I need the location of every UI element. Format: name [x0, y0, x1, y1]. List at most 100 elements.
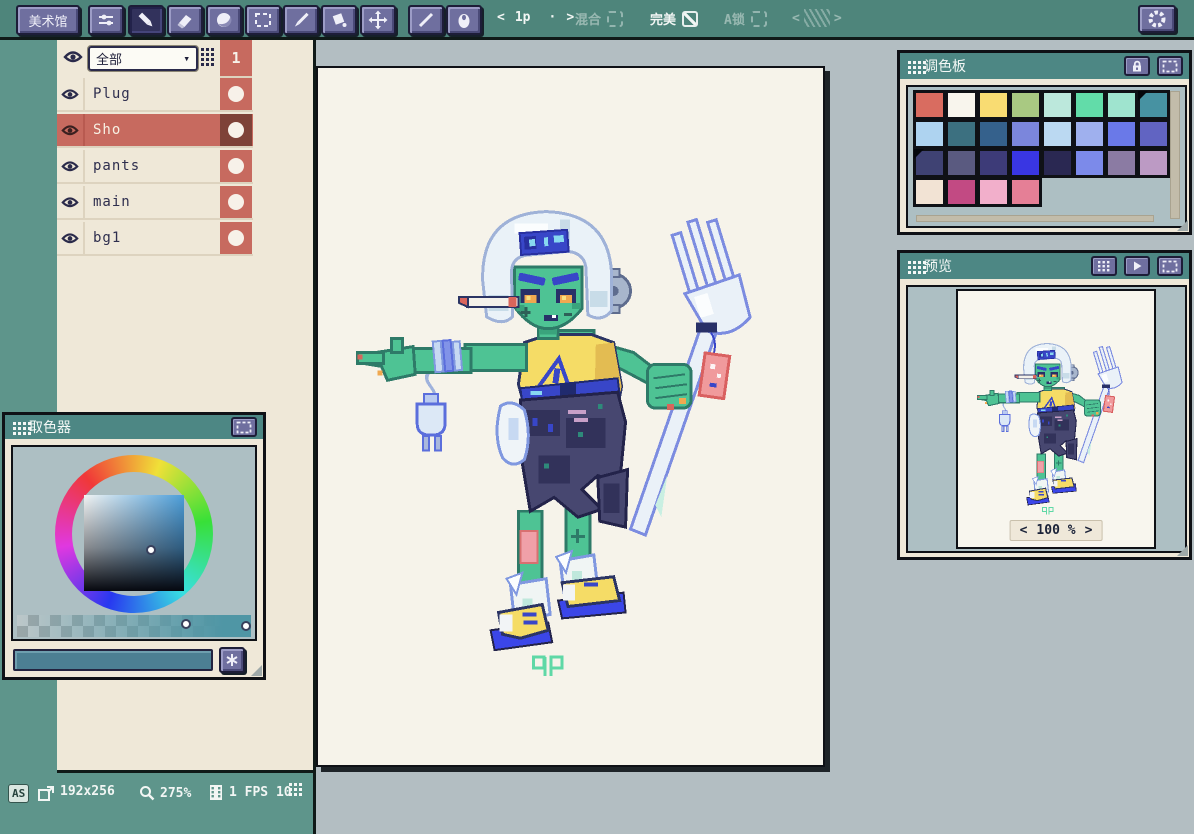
resize-grip[interactable]: [1177, 545, 1188, 556]
zoom-indicator[interactable]: 275%: [138, 784, 191, 802]
palette-swatch[interactable]: [978, 178, 1009, 206]
palette-swatch[interactable]: [978, 120, 1009, 148]
palette-detach-button[interactable]: [1157, 56, 1183, 76]
palette-swatch[interactable]: [1042, 120, 1073, 148]
tool-pencil-button[interactable]: [128, 5, 164, 35]
saturation-value-square[interactable]: [84, 495, 184, 591]
pattern-next[interactable]: >: [834, 11, 842, 26]
tool-select-button[interactable]: [245, 5, 281, 35]
preview-detach-button[interactable]: [1157, 256, 1183, 276]
palette-swatch[interactable]: [914, 120, 945, 148]
palette-swatch[interactable]: [946, 178, 977, 206]
tool-fill-button[interactable]: [321, 5, 357, 35]
palette-swatch[interactable]: [914, 91, 945, 119]
tool-pen-button[interactable]: [283, 5, 319, 35]
palette-swatch[interactable]: [914, 178, 945, 206]
palette-swatch[interactable]: [1138, 149, 1169, 177]
layer-frame-cell[interactable]: [220, 114, 252, 148]
layer-visibility-toggle[interactable]: [57, 78, 85, 110]
palette-title: 调色板: [924, 56, 966, 76]
preview-grid-button[interactable]: [1091, 256, 1117, 276]
preview-zoom-in[interactable]: >: [1085, 523, 1093, 538]
layer-visibility-toggle[interactable]: [57, 150, 85, 182]
hue-cursor[interactable]: [181, 619, 191, 629]
layer-frame-cell[interactable]: [220, 78, 252, 112]
palette-lock-button[interactable]: [1124, 56, 1150, 76]
frame-column-header[interactable]: 1: [220, 40, 252, 78]
tool-options-button[interactable]: [88, 5, 124, 35]
palette-swatch[interactable]: [1010, 91, 1041, 119]
drawing-canvas[interactable]: [316, 66, 825, 767]
tool-eraser-button[interactable]: [167, 5, 203, 35]
alpha-slider[interactable]: [17, 615, 251, 637]
palette-swatch[interactable]: [1042, 91, 1073, 119]
toggle-alpha-lock-checkbox[interactable]: [751, 11, 767, 27]
palette-swatch[interactable]: [1138, 91, 1169, 119]
resize-grip[interactable]: [251, 665, 262, 676]
dither-pattern-control[interactable]: < >: [792, 9, 842, 27]
settings-button[interactable]: [1138, 5, 1176, 33]
tool-ink-button[interactable]: [446, 5, 482, 35]
layer-visibility-toggle[interactable]: [57, 186, 85, 218]
layer-visibility-toggle[interactable]: [57, 114, 85, 146]
preview-titlebar[interactable]: 预览: [900, 253, 1189, 279]
sv-cursor[interactable]: [146, 545, 156, 555]
toggle-alpha-lock[interactable]: A锁: [724, 9, 767, 28]
alpha-cursor[interactable]: [241, 621, 251, 631]
preview-zoom-out[interactable]: <: [1020, 523, 1028, 538]
palette-swatch[interactable]: [1074, 120, 1105, 148]
tool-line-button[interactable]: [408, 5, 444, 35]
layer-frame-cell[interactable]: [220, 150, 252, 184]
palette-swatch[interactable]: [946, 149, 977, 177]
toggle-blend-checkbox[interactable]: [607, 11, 623, 27]
canvas-resize-icon[interactable]: [36, 784, 56, 804]
palette-titlebar[interactable]: 调色板: [900, 53, 1189, 79]
resize-grip[interactable]: [1177, 220, 1188, 231]
palette-vertical-scrollbar[interactable]: [1170, 91, 1180, 219]
palette-swatch[interactable]: [1010, 149, 1041, 177]
palette-swatch[interactable]: [1074, 149, 1105, 177]
eye-icon: [61, 196, 79, 209]
palette-swatch[interactable]: [978, 149, 1009, 177]
tool-shade-button[interactable]: [206, 5, 242, 35]
layer-filter-select[interactable]: 全部 ▾: [88, 46, 198, 71]
hatch-pattern-icon: [804, 9, 830, 27]
tool-move-button[interactable]: [360, 5, 396, 35]
palette-swatch[interactable]: [914, 149, 945, 177]
layer-frame-cell[interactable]: [220, 186, 252, 220]
dots-grid-icon: [201, 48, 204, 51]
preview-play-button[interactable]: [1124, 256, 1150, 276]
palette-swatch[interactable]: [946, 91, 977, 119]
palette-swatch[interactable]: [946, 120, 977, 148]
status-drag-handle[interactable]: [287, 783, 298, 794]
palette-swatch[interactable]: [1042, 149, 1073, 177]
palette-swatch[interactable]: [1010, 178, 1041, 206]
pattern-prev[interactable]: <: [792, 11, 800, 26]
toggle-pixel-perfect-checkbox[interactable]: [682, 11, 698, 27]
paint-bucket-icon: [329, 10, 349, 30]
eye-icon[interactable]: [63, 50, 83, 64]
toggle-pixel-perfect[interactable]: 完美: [650, 9, 698, 28]
brush-size-prev[interactable]: <: [497, 10, 505, 25]
picker-titlebar[interactable]: 取色器: [5, 415, 263, 439]
picker-detach-button[interactable]: [231, 417, 257, 437]
palette-swatch[interactable]: [1010, 120, 1041, 148]
app-menu-button[interactable]: 美术馆: [16, 5, 80, 35]
palette-swatch[interactable]: [978, 91, 1009, 119]
picker-apply-button[interactable]: [219, 647, 245, 673]
palette-swatch[interactable]: [1074, 91, 1105, 119]
palette-swatch[interactable]: [1138, 120, 1169, 148]
brush-size-next[interactable]: >: [566, 10, 574, 25]
ink-drop-icon: [454, 10, 474, 30]
toggle-blend[interactable]: 混合: [575, 9, 623, 28]
palette-swatch[interactable]: [1106, 149, 1137, 177]
palette-swatch[interactable]: [1106, 91, 1137, 119]
palette-horizontal-scrollbar[interactable]: [916, 215, 1154, 222]
current-color-swatch[interactable]: [13, 649, 213, 671]
layers-drag-handle[interactable]: [201, 48, 204, 51]
preview-zoom-control[interactable]: < 100 % >: [1010, 520, 1103, 541]
layer-visibility-toggle[interactable]: [57, 222, 85, 254]
palette-grid: [914, 91, 1169, 206]
palette-swatch[interactable]: [1106, 120, 1137, 148]
layer-frame-cell[interactable]: [220, 222, 252, 256]
